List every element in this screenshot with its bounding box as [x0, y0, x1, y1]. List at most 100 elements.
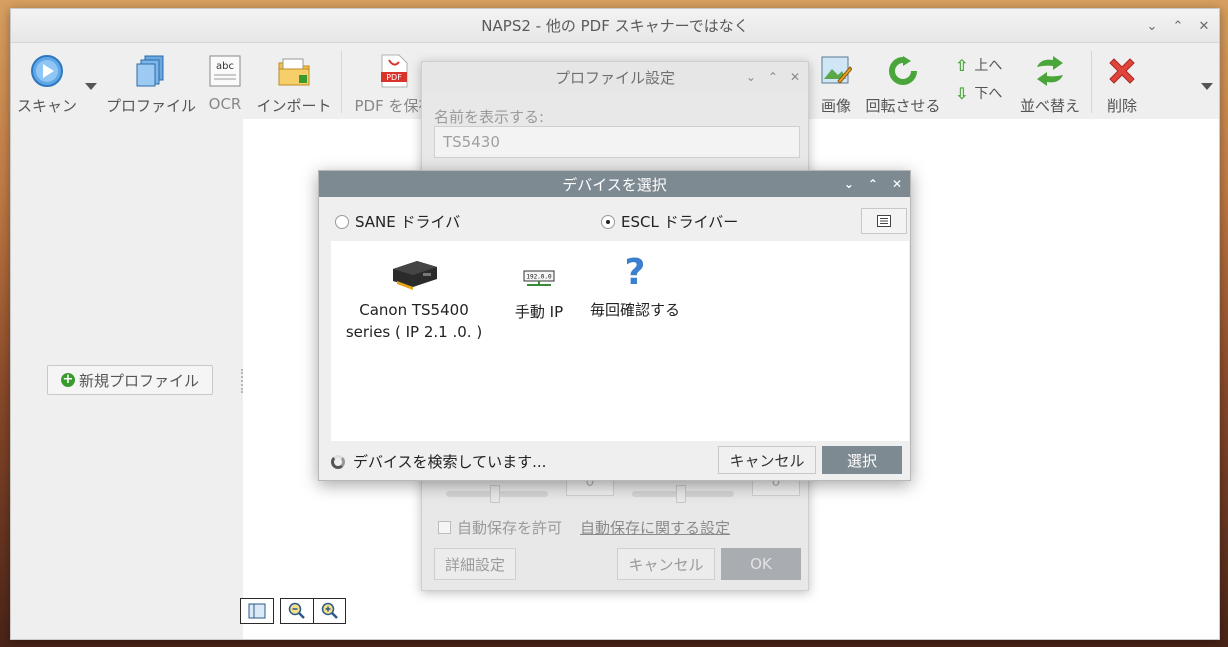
view-mode-button[interactable] [861, 208, 907, 234]
radio-button-selected[interactable] [601, 214, 615, 229]
device-item-manual-ip[interactable]: 192.0.0 手動 IP [499, 241, 579, 323]
brightness-slider[interactable] [446, 485, 548, 503]
loading-spinner-icon [331, 454, 345, 469]
autosave-settings-link[interactable]: 自動保存に関する設定 [580, 517, 730, 538]
question-icon: ? [624, 252, 646, 293]
dialog-title: デバイスを選択 [562, 175, 667, 194]
device-address: series ( IP 2.1 .0. ) [345, 323, 483, 341]
window-controls: ⌄ ⌃ ✕ [1145, 9, 1211, 43]
profiles-label: プロファイル [105, 97, 196, 115]
maximize-button[interactable]: ⌃ [1171, 19, 1185, 34]
advanced-button[interactable]: 詳細設定 [434, 548, 516, 580]
device-name: Canon TS5400 [359, 301, 469, 319]
scan-icon [27, 51, 67, 91]
search-status: デバイスを検索しています... [331, 451, 546, 472]
close-button[interactable]: ✕ [790, 70, 800, 84]
image-edit-icon [816, 51, 856, 91]
cancel-button[interactable]: キャンセル [718, 446, 816, 474]
zoom-out-icon[interactable] [281, 599, 313, 623]
zoom-controls [280, 598, 346, 624]
delete-button[interactable]: 削除 [1099, 43, 1145, 119]
pdf-icon-text: PDF [386, 73, 402, 82]
scan-label: スキャン [16, 97, 77, 115]
maximize-button[interactable]: ⌃ [768, 70, 778, 84]
profile-name-input[interactable]: TS5430 [434, 126, 800, 158]
device-item-canon[interactable]: Canon TS5400 series ( IP 2.1 .0. ) [339, 241, 489, 343]
move-up-label: 上へ [974, 58, 1003, 74]
slider-thumb[interactable] [490, 485, 500, 503]
dialog-controls: ⌄ ⌃ ✕ [844, 171, 902, 197]
device-name: 毎回確認する [589, 301, 680, 319]
toolbar-separator [1091, 51, 1092, 113]
import-label: インポート [256, 97, 332, 115]
maximize-button[interactable]: ⌃ [868, 177, 878, 191]
slider-thumb[interactable] [676, 485, 686, 503]
sane-driver-radio[interactable]: SANE ドライバ [335, 211, 460, 232]
device-item-ask-every-time[interactable]: ? 毎回確認する [583, 241, 687, 321]
device-name: 手動 IP [514, 303, 564, 321]
scan-button[interactable]: スキャン [15, 43, 79, 119]
select-button[interactable]: 選択 [822, 446, 902, 474]
close-button[interactable]: ✕ [892, 177, 902, 191]
dialog-title-bar: プロファイル設定 ⌄ ⌃ ✕ [422, 62, 808, 92]
minimize-button[interactable]: ⌄ [1145, 19, 1159, 34]
ocr-label: OCR [208, 95, 242, 113]
new-profile-label: 新規プロファイル [78, 371, 199, 390]
arrow-up-icon: ⇧ [955, 55, 969, 75]
cancel-button[interactable]: キャンセル [617, 548, 715, 580]
move-down-label: 下へ [974, 86, 1003, 102]
layout-toggle-button[interactable] [240, 598, 274, 624]
search-status-text: デバイスを検索しています... [353, 453, 547, 471]
ocr-icon: abc [205, 51, 245, 91]
scan-dropdown-icon[interactable] [85, 83, 97, 90]
move-up-button[interactable]: ⇧ 上へ [955, 55, 1002, 75]
autosave-checkbox[interactable]: 自動保存を許可 [438, 517, 562, 538]
arrow-down-icon: ⇩ [955, 83, 969, 103]
minimize-button[interactable]: ⌄ [844, 177, 854, 191]
profiles-pane: + 新規プロファイル [11, 119, 241, 639]
rotate-icon [883, 51, 923, 91]
dialog-title-bar: デバイスを選択 ⌄ ⌃ ✕ [319, 171, 910, 197]
new-profile-button[interactable]: + 新規プロファイル [47, 365, 213, 395]
move-down-button[interactable]: ⇩ 下へ [955, 83, 1002, 103]
contrast-slider[interactable] [632, 485, 734, 503]
import-icon [274, 51, 314, 91]
device-select-dialog: デバイスを選択 ⌄ ⌃ ✕ SANE ドライバ ESCL ドライバー Canon… [318, 170, 911, 481]
image-button[interactable]: 画像 [813, 43, 859, 119]
image-label: 画像 [820, 97, 851, 115]
layout-icon [241, 599, 273, 623]
zoom-in-icon[interactable] [313, 599, 345, 623]
title-bar: NAPS2 - 他の PDF スキャナーではなく ⌄ ⌃ ✕ [11, 9, 1219, 43]
toolbar-separator [341, 51, 342, 113]
rotate-button[interactable]: 回転させる [863, 43, 943, 119]
autosave-label: 自動保存を許可 [457, 519, 563, 537]
escl-driver-radio[interactable]: ESCL ドライバー [601, 211, 738, 232]
import-button[interactable]: インポート [251, 43, 337, 119]
escl-driver-label: ESCL ドライバー [621, 213, 739, 231]
more-dropdown-icon[interactable] [1201, 83, 1213, 90]
ip-icon-text: 192.0.0 [526, 274, 552, 281]
radio-button[interactable] [335, 214, 349, 229]
reorder-button[interactable]: 並べ替え [1015, 43, 1085, 119]
reorder-label: 並べ替え [1019, 97, 1080, 115]
sane-driver-label: SANE ドライバ [355, 213, 461, 231]
add-icon: + [60, 372, 75, 387]
dialog-title: プロファイル設定 [554, 68, 675, 87]
pdf-icon: PDF [374, 51, 414, 91]
list-view-icon [877, 215, 891, 227]
ok-button[interactable]: OK [721, 548, 801, 580]
ocr-icon-text: abc [216, 61, 234, 72]
close-button[interactable]: ✕ [1197, 19, 1211, 34]
device-list: Canon TS5400 series ( IP 2.1 .0. ) 192.0… [331, 241, 909, 441]
window-title: NAPS2 - 他の PDF スキャナーではなく [481, 17, 749, 35]
name-label: 名前を表示する: [434, 108, 545, 126]
delete-label: 削除 [1106, 97, 1137, 115]
dialog-controls: ⌄ ⌃ ✕ [746, 62, 800, 92]
printer-icon [387, 241, 441, 291]
ocr-button[interactable]: abc OCR [205, 43, 245, 119]
profiles-button[interactable]: プロファイル [103, 43, 199, 119]
minimize-button[interactable]: ⌄ [746, 70, 756, 84]
reorder-icon [1030, 51, 1070, 91]
checkbox-box[interactable] [438, 521, 451, 534]
ip-address-icon: 192.0.0 [523, 241, 555, 291]
